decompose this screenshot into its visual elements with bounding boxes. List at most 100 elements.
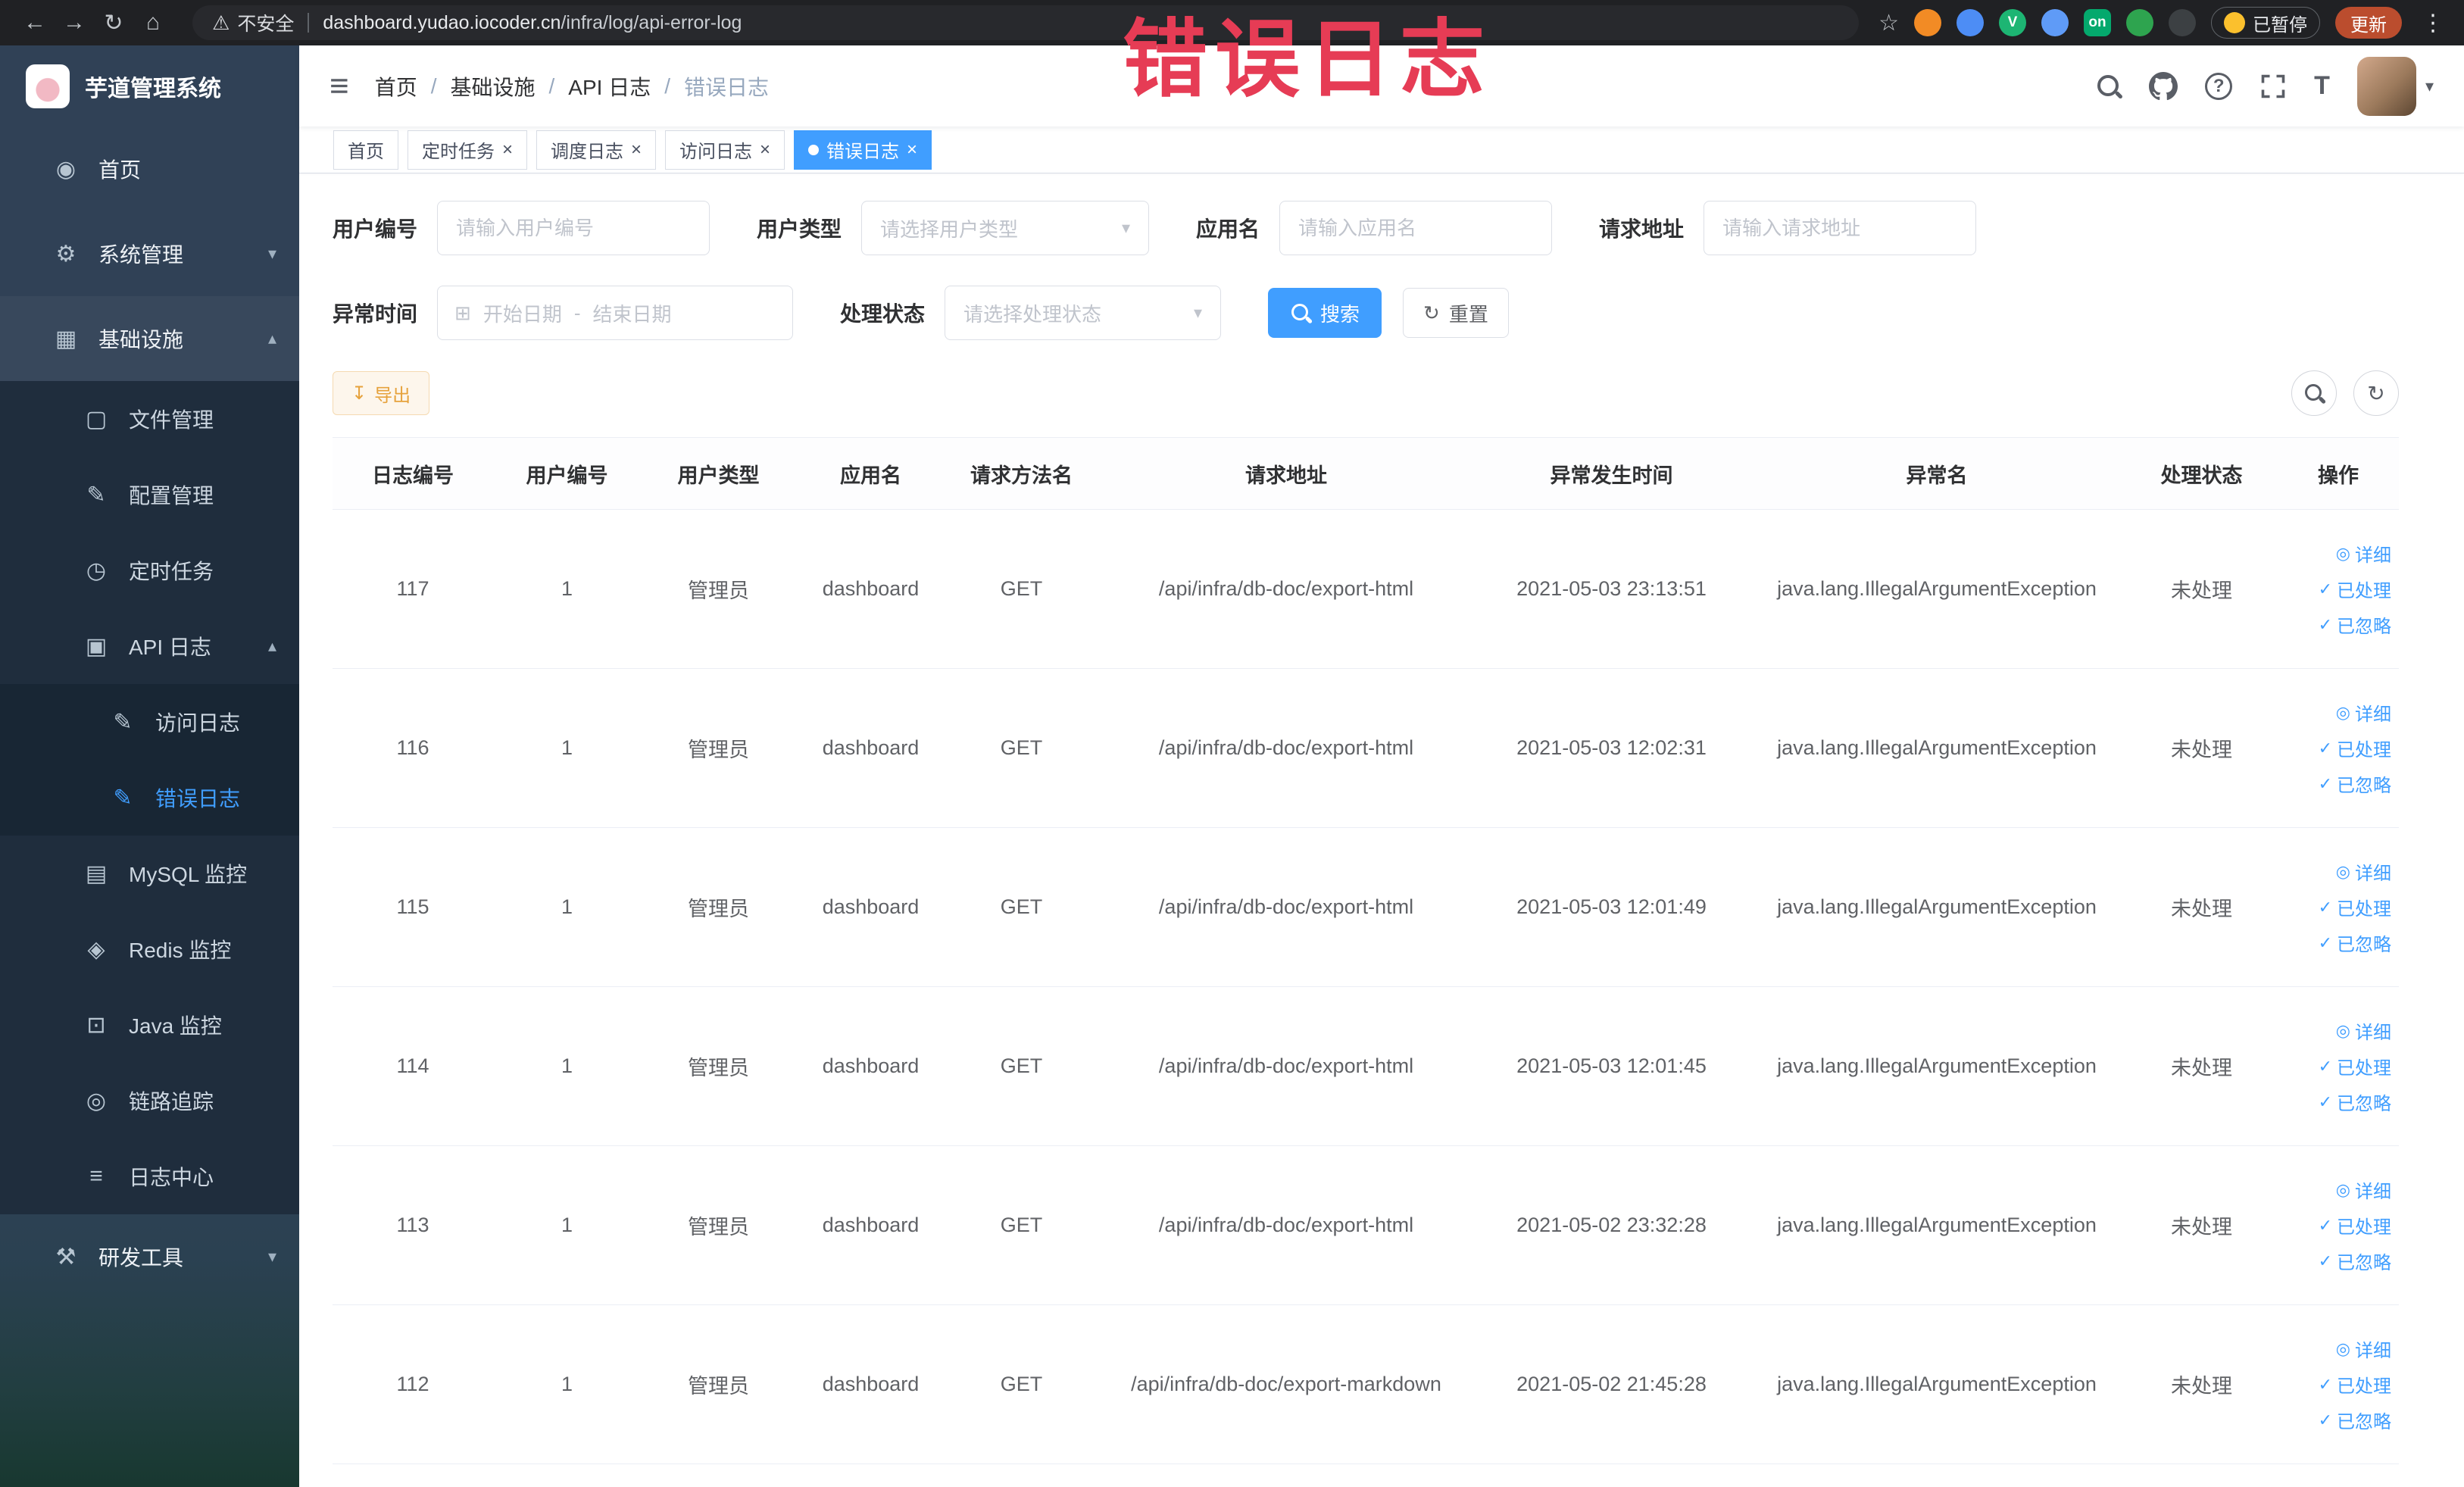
chevron-down-icon: ▾ (267, 244, 276, 263)
request-url-input[interactable] (1704, 201, 1977, 255)
close-icon[interactable]: × (907, 140, 917, 159)
sidebar-item-home[interactable]: ◉ 首页 (0, 127, 299, 211)
field-label: 处理状态 (840, 302, 926, 326)
date-range-picker[interactable]: ⊞ 开始日期 - 结束日期 (437, 286, 794, 340)
detail-action-link[interactable]: ◎ 详细 (2336, 858, 2391, 885)
cell-exception-time: 2021-05-03 12:01:49 (1516, 895, 1707, 918)
cell-request-method: GET (1000, 736, 1043, 759)
update-button[interactable]: 更新 (2335, 7, 2402, 39)
paused-badge[interactable]: 已暂停 (2211, 7, 2320, 39)
ignored-action-link[interactable]: ✓ 已忽略 (2319, 929, 2391, 956)
processed-action-link[interactable]: ✓ 已处理 (2319, 735, 2391, 761)
sidebar-item-mysql-monitor[interactable]: ▤ MySQL 监控 (0, 836, 299, 911)
reset-button[interactable]: ↻ 重置 (1403, 288, 1509, 338)
sidebar-item-config-manage[interactable]: ✎ 配置管理 (0, 457, 299, 533)
sidebar-item-log-center[interactable]: ≡ 日志中心 (0, 1139, 299, 1214)
breadcrumb-item[interactable]: 基础设施 (450, 71, 535, 102)
ignored-action-link[interactable]: ✓ 已忽略 (2319, 611, 2391, 638)
extension-icon-4[interactable] (2041, 9, 2069, 36)
hamburger-icon[interactable]: ≡ (329, 69, 349, 103)
sidebar-item-java-monitor[interactable]: ⊡ Java 监控 (0, 987, 299, 1063)
detail-action-link[interactable]: ◎ 详细 (2336, 699, 2391, 726)
address-bar[interactable]: ⚠ 不安全 dashboard.yudao.iocoder.cn /infra/… (192, 5, 1860, 40)
cell-process-status: 未处理 (2171, 739, 2232, 761)
user-type-select[interactable]: 请选择用户类型 ▾ (861, 201, 1150, 255)
close-icon[interactable]: × (631, 140, 642, 159)
breadcrumb-item[interactable]: 首页 (375, 71, 417, 102)
process-status-select[interactable]: 请选择处理状态 ▾ (945, 286, 1222, 340)
sidebar-item-access-log[interactable]: ✎ 访问日志 (0, 684, 299, 760)
extension-icon-7[interactable] (2169, 9, 2196, 36)
extension-icon-2[interactable] (1957, 9, 1984, 36)
hide-search-button[interactable] (2291, 370, 2337, 416)
bookmark-star-icon[interactable]: ☆ (1878, 10, 1899, 36)
ignored-action-link[interactable]: ✓ 已忽略 (2319, 770, 2391, 797)
tab-scheduled-job[interactable]: 定时任务 × (408, 130, 528, 170)
close-icon[interactable]: × (502, 140, 513, 159)
app-title: 芋道管理系统 (85, 76, 221, 102)
security-label: 不安全 (237, 14, 295, 35)
processed-action-link[interactable]: ✓ 已处理 (2319, 1371, 2391, 1398)
table-row: 115 1 管理员 dashboard GET /api/infra/db-do… (333, 828, 2399, 987)
sidebar-item-devtools[interactable]: ⚒ 研发工具 ▾ (0, 1214, 299, 1299)
cell-actions: ◎ 详细 ✓ 已处理 ✓ 已忽略 (2278, 1335, 2399, 1433)
browser-home-icon[interactable]: ⌂ (133, 10, 173, 36)
processed-action-link[interactable]: ✓ 已处理 (2319, 894, 2391, 920)
reload-icon[interactable]: ↻ (94, 10, 133, 36)
ignored-action-link[interactable]: ✓ 已忽略 (2319, 1407, 2391, 1433)
app-name-input[interactable] (1279, 201, 1553, 255)
table-row: 114 1 管理员 dashboard GET /api/infra/db-do… (333, 987, 2399, 1146)
cell-actions: ◎ 详细 ✓ 已处理 ✓ 已忽略 (2278, 540, 2399, 638)
help-icon[interactable]: ? (2205, 72, 2233, 100)
eye-icon: ◎ (86, 1088, 107, 1114)
search-icon[interactable] (2096, 73, 2122, 99)
extension-icon-3[interactable]: V (1999, 9, 2026, 36)
app-logo[interactable]: 芋道管理系统 (0, 45, 299, 127)
refresh-table-button[interactable]: ↻ (2353, 370, 2399, 416)
search-button[interactable]: 搜索 (1268, 288, 1382, 338)
back-icon[interactable]: ← (15, 10, 55, 36)
detail-action-link[interactable]: ◎ 详细 (2336, 1176, 2391, 1203)
breadcrumb-separator: / (430, 73, 437, 98)
column-header: 请求方法名 (970, 464, 1073, 487)
processed-action-link[interactable]: ✓ 已处理 (2319, 576, 2391, 602)
sidebar-item-api-log[interactable]: ▣ API 日志 ▴ (0, 608, 299, 684)
extension-icon-on[interactable]: on (2084, 9, 2111, 36)
sidebar-item-system[interactable]: ⚙ 系统管理 ▾ (0, 211, 299, 296)
github-icon[interactable] (2149, 71, 2178, 101)
processed-action-link[interactable]: ✓ 已处理 (2319, 1053, 2391, 1079)
fullscreen-icon[interactable] (2259, 73, 2287, 100)
detail-action-link[interactable]: ◎ 详细 (2336, 540, 2391, 567)
forward-icon[interactable]: → (55, 10, 94, 36)
sidebar-item-trace[interactable]: ◎ 链路追踪 (0, 1063, 299, 1139)
browser-menu-icon[interactable]: ⋮ (2417, 10, 2449, 36)
sidebar-item-file-manage[interactable]: ▢ 文件管理 (0, 381, 299, 457)
extension-icon-1[interactable] (1914, 9, 1941, 36)
tab-schedule-log[interactable]: 调度日志 × (536, 130, 657, 170)
close-icon[interactable]: × (760, 140, 770, 159)
tab-error-log[interactable]: 错误日志 × (794, 130, 932, 170)
breadcrumb-item[interactable]: API 日志 (568, 71, 651, 102)
sidebar-item-scheduled-job[interactable]: ◷ 定时任务 (0, 533, 299, 608)
ignored-action-link[interactable]: ✓ 已忽略 (2319, 1248, 2391, 1274)
cell-exception-name: java.lang.IllegalArgumentException (1777, 1214, 2097, 1236)
detail-icon: ◎ (2335, 1020, 2350, 1040)
processed-action-link[interactable]: ✓ 已处理 (2319, 1212, 2391, 1239)
detail-action-link[interactable]: ◎ 详细 (2336, 1335, 2391, 1362)
sidebar-item-redis-monitor[interactable]: ◈ Redis 监控 (0, 911, 299, 987)
sidebar-item-error-log[interactable]: ✎ 错误日志 (0, 760, 299, 836)
cell-exception-name: java.lang.IllegalArgumentException (1777, 736, 2097, 759)
user-menu[interactable]: ▾ (2356, 56, 2434, 116)
detail-action-link[interactable]: ◎ 详细 (2336, 1017, 2391, 1044)
detail-icon: ◎ (2335, 1179, 2350, 1199)
sidebar-item-infra[interactable]: ▦ 基础设施 ▴ (0, 296, 299, 381)
detail-icon: ◎ (2335, 1339, 2350, 1358)
user-id-input[interactable] (437, 201, 710, 255)
extension-icon-6[interactable] (2126, 9, 2153, 36)
check-icon: ✓ (2318, 738, 2332, 758)
tab-home[interactable]: 首页 (333, 130, 398, 170)
font-size-icon[interactable]: T (2314, 71, 2330, 101)
tab-access-log[interactable]: 访问日志 × (665, 130, 785, 170)
export-button[interactable]: ↧ 导出 (333, 371, 430, 415)
ignored-action-link[interactable]: ✓ 已忽略 (2319, 1089, 2391, 1115)
